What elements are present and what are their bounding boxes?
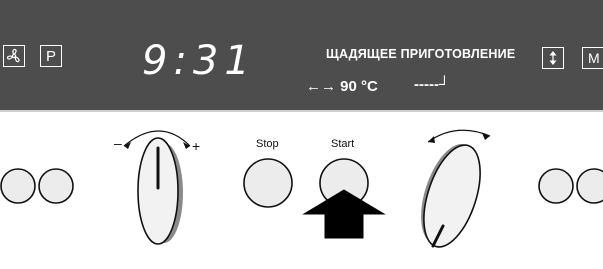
left-button-1[interactable] (0, 168, 36, 204)
stop-button[interactable] (243, 158, 293, 208)
function-knob[interactable] (410, 129, 491, 254)
oven-control-panel: P 9:31 ЩАДЯЩЕЕ ПРИГОТОВЛЕНИЕ ←→ 90 °C --… (0, 0, 603, 269)
knob-minus-mark: – (114, 135, 122, 151)
start-button-label: Start (331, 138, 355, 150)
right-button-1[interactable] (538, 168, 574, 204)
right-button-2[interactable] (576, 168, 603, 204)
stop-button-label: Stop (256, 138, 279, 150)
controls-layer: – + (0, 129, 603, 254)
left-button-2[interactable] (38, 168, 74, 204)
press-arrow-icon (302, 189, 386, 239)
temperature-knob[interactable] (123, 130, 191, 245)
knob-plus-mark: + (192, 138, 200, 154)
